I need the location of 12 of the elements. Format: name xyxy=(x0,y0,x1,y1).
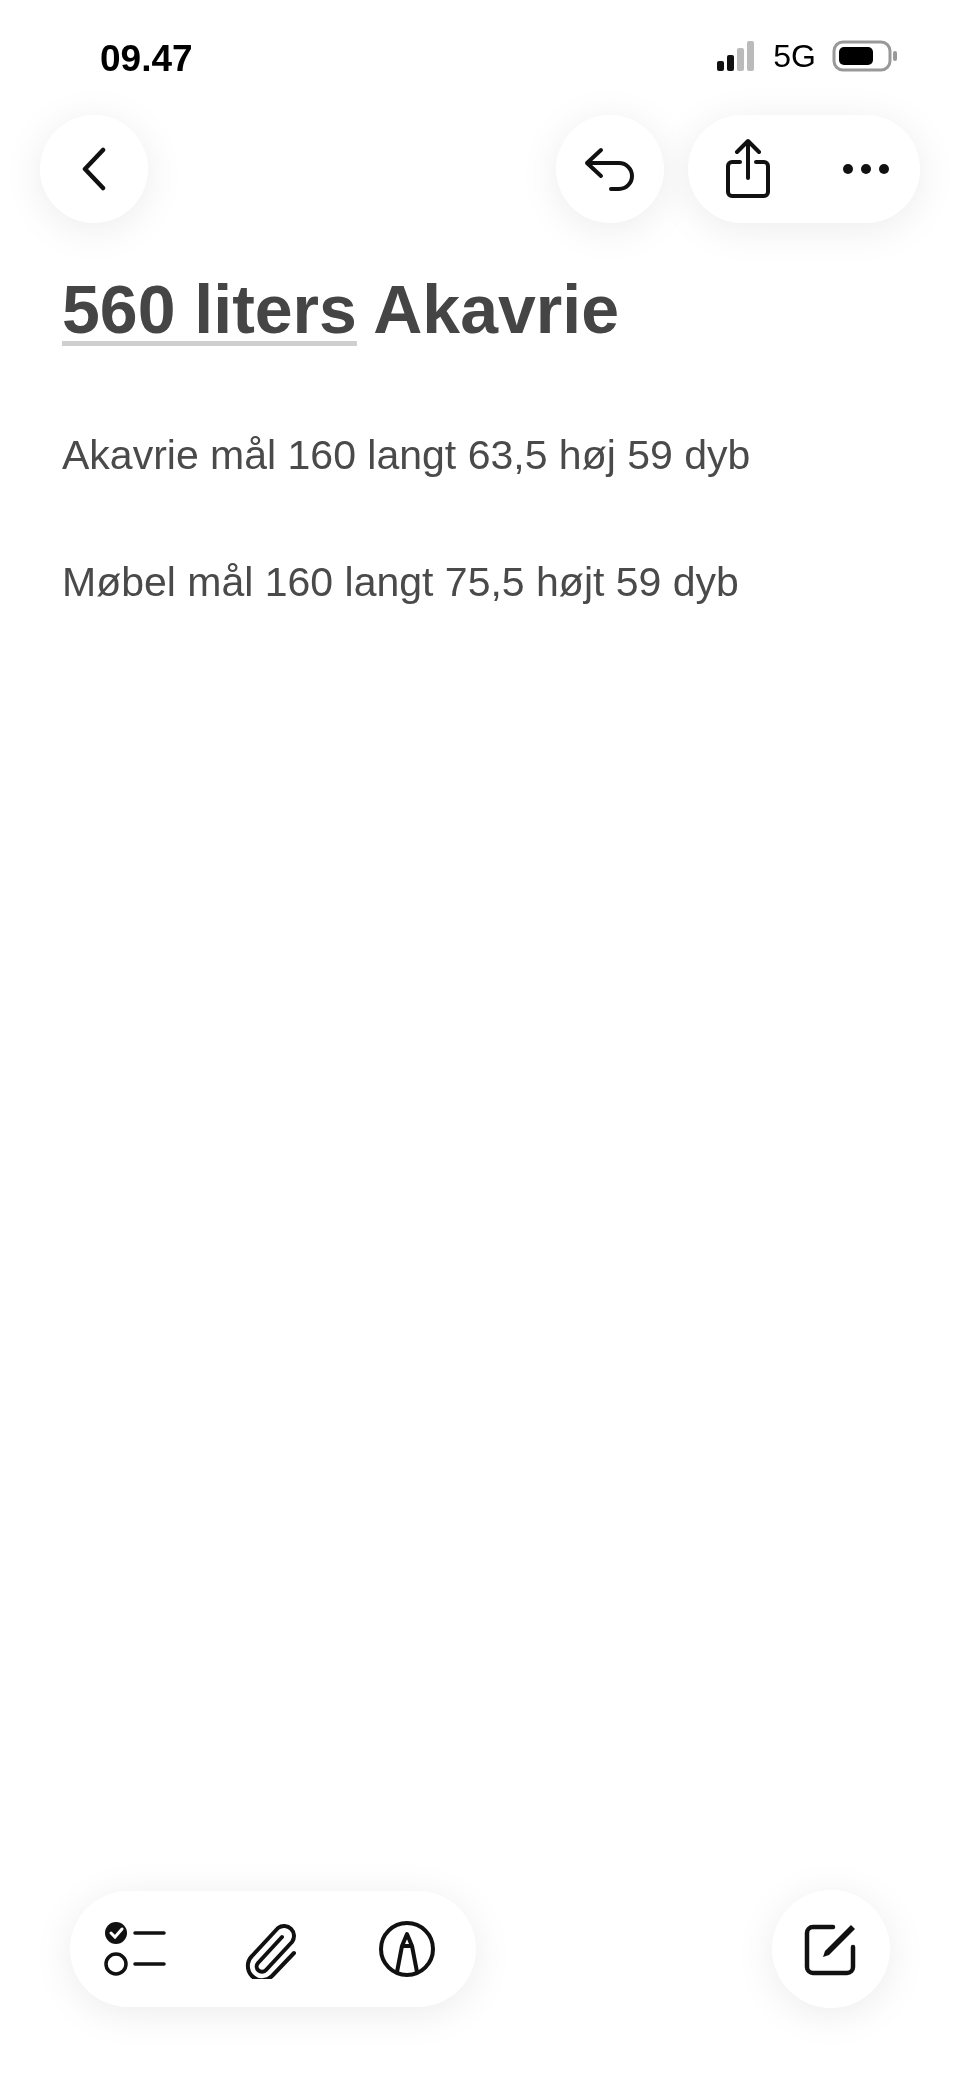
note-title: 560 liters Akavrie xyxy=(62,270,620,349)
note-text: Møbel mål 160 langt 75,5 højt 59 dyb xyxy=(62,558,740,607)
share-icon xyxy=(724,138,772,200)
note-text: Akavrie mål 160 langt 63,5 høj 59 dyb xyxy=(62,430,752,480)
pen-circle-icon xyxy=(378,1920,436,1978)
checklist-icon xyxy=(104,1920,166,1978)
undo-icon xyxy=(583,146,637,192)
network-label: 5G xyxy=(773,40,816,72)
back-icon xyxy=(81,147,107,191)
status-time: 09.47 xyxy=(100,40,193,77)
battery-icon xyxy=(832,40,898,72)
more-icon xyxy=(842,163,890,175)
